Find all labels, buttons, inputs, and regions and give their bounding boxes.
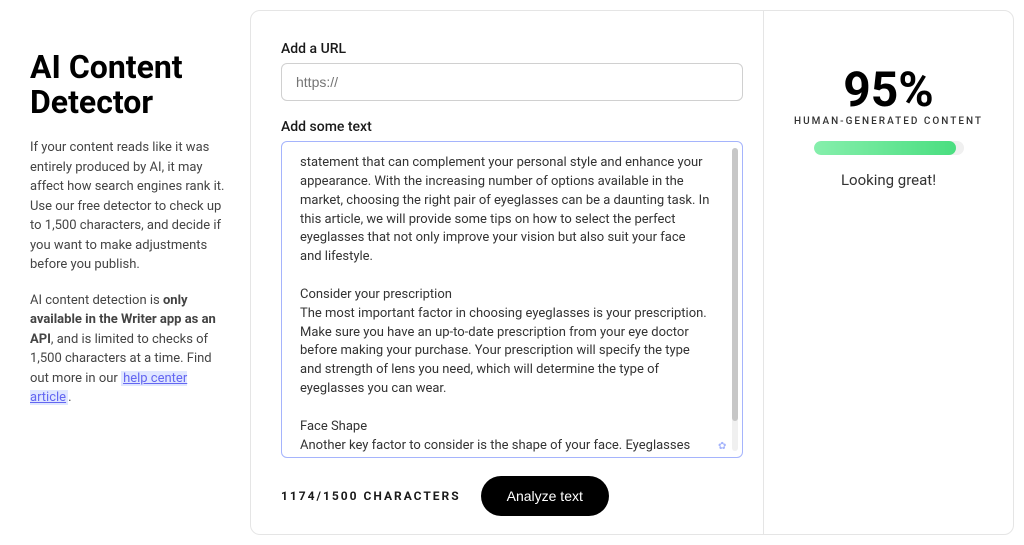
form-area: Add a URL Add some text statement that c… [251,11,763,534]
status-text: Looking great! [841,171,936,189]
main-panel: Add a URL Add some text statement that c… [250,10,1014,535]
url-label: Add a URL [281,41,743,57]
progress-bar [814,141,964,155]
results-panel: 95% HUMAN-GENERATED CONTENT Looking grea… [763,11,1013,534]
character-count: 1174/1500 CHARACTERS [281,489,461,503]
sidebar-description-1: If your content reads like it was entire… [30,138,230,275]
scrollbar-thumb[interactable] [732,148,738,421]
form-footer: 1174/1500 CHARACTERS Analyze text [281,458,743,516]
url-input[interactable] [281,63,743,101]
scrollbar[interactable] [732,148,738,451]
page-title: AI Content Detector [30,50,230,120]
text-label: Add some text [281,119,743,135]
text-input[interactable]: statement that can complement your perso… [282,142,728,457]
score-label: HUMAN-GENERATED CONTENT [794,116,983,127]
text-area-wrapper: statement that can complement your perso… [281,141,743,458]
progress-fill [814,141,957,155]
gear-icon[interactable]: ✿ [718,441,728,451]
human-score: 95% [843,61,934,118]
sidebar: AI Content Detector If your content read… [0,0,250,545]
sidebar-description-2: AI content detection is only available i… [30,291,230,408]
analyze-button[interactable]: Analyze text [481,476,609,516]
